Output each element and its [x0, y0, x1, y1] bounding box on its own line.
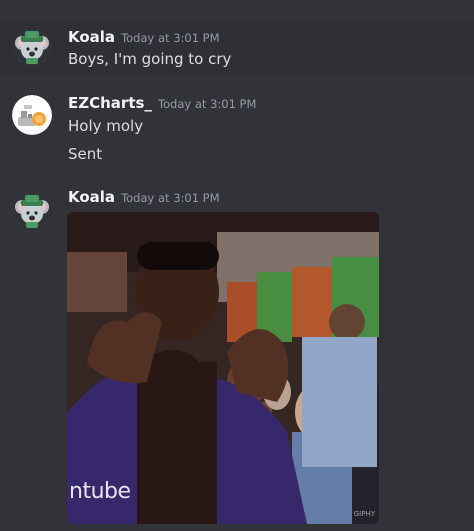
timestamp: Today at 3:01 PM: [121, 31, 220, 45]
message-header: EZCharts_ Today at 3:01 PM: [68, 93, 256, 112]
message-header: Koala Today at 3:01 PM: [68, 187, 220, 206]
koala-avatar-icon[interactable]: [12, 192, 52, 232]
message-text: Sent: [68, 145, 103, 163]
koala-avatar-icon[interactable]: [12, 28, 52, 68]
giphy-watermark: GIPHY: [353, 510, 375, 518]
ezcharts-avatar-icon[interactable]: [12, 95, 52, 135]
message-header: Koala Today at 3:01 PM: [68, 27, 220, 46]
username[interactable]: Koala: [68, 188, 115, 206]
timestamp: Today at 3:01 PM: [121, 191, 220, 205]
username[interactable]: Koala: [68, 28, 115, 46]
gif-image: [67, 212, 379, 524]
message-ezcharts: EZCharts_ Today at 3:01 PM Holy moly Sent: [0, 88, 474, 168]
gif-attachment[interactable]: ntube GIPHY: [67, 212, 379, 524]
gif-watermark: ntube: [69, 479, 131, 504]
timestamp: Today at 3:01 PM: [157, 97, 257, 111]
message-koala-1: Koala Today at 3:01 PM Boys, I'm going to…: [0, 22, 474, 74]
message-text: Boys, I'm going to cry: [68, 50, 232, 68]
username[interactable]: EZCharts_: [68, 94, 152, 112]
message-text: Holy moly: [68, 117, 144, 135]
